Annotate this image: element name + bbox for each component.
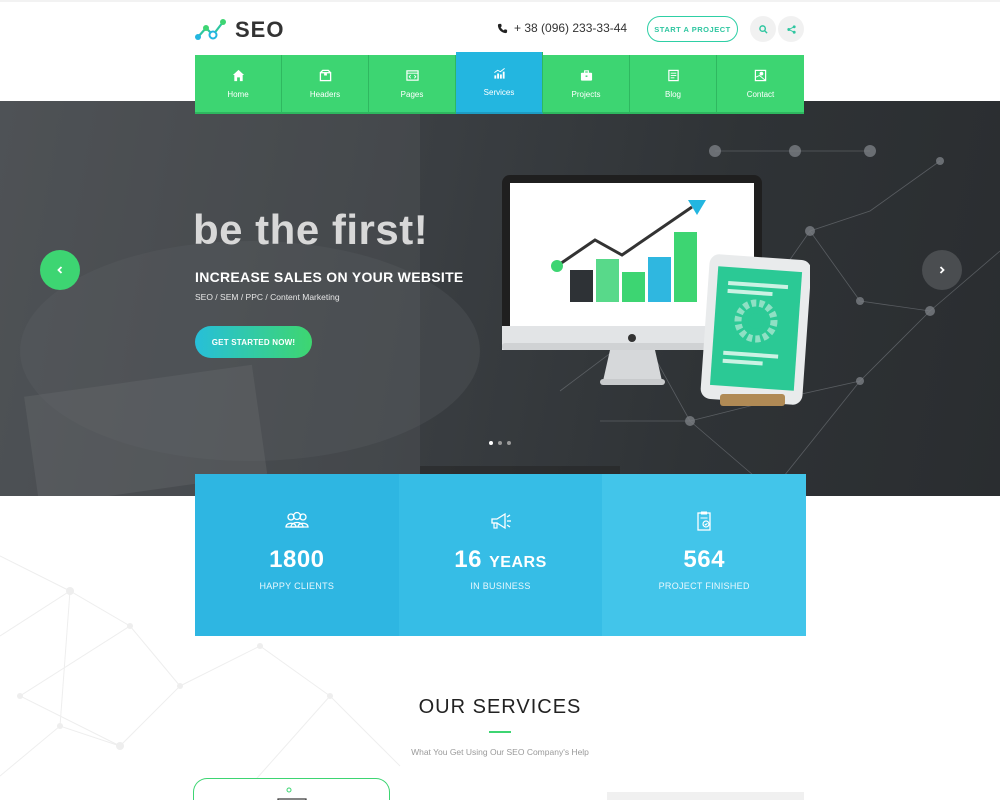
megaphone-icon	[490, 512, 511, 530]
logo-icon	[195, 19, 226, 40]
slider-next-button[interactable]	[922, 250, 962, 290]
hero-subheading: INCREASE SALES ON YOUR WEBSITE	[195, 269, 464, 285]
stat-label: HAPPY CLIENTS	[259, 581, 335, 591]
nav-label: Home	[227, 89, 249, 99]
stat-number: 16 YEARS	[454, 546, 547, 573]
nav-item-headers[interactable]: Headers	[282, 55, 369, 114]
nav-item-blog[interactable]: Blog	[630, 55, 717, 114]
stat-number: 564	[683, 546, 725, 573]
hero-tagline: SEO / SEM / PPC / Content Marketing	[195, 292, 340, 302]
code-window-icon	[405, 69, 419, 81]
hero-slider: be the first! INCREASE SALES ON YOUR WEB…	[0, 101, 1000, 496]
nav-label: Contact	[746, 89, 775, 99]
service-card[interactable]	[193, 778, 390, 800]
service-card-placeholder	[607, 792, 804, 800]
nav-label: Blog	[664, 89, 681, 99]
chevron-left-icon	[57, 266, 63, 274]
nav-label: Services	[483, 88, 515, 97]
share-icon	[786, 24, 796, 34]
stat-happy-clients: 1800 HAPPY CLIENTS	[195, 474, 399, 636]
document-icon	[667, 69, 679, 81]
nav-item-contact[interactable]: Contact	[717, 55, 804, 114]
start-project-button[interactable]: START A PROJECT	[647, 16, 738, 42]
phone-icon	[497, 23, 508, 33]
phone-number[interactable]: + 38 (096) 233-33-44	[497, 21, 627, 35]
box-icon	[319, 69, 331, 81]
chart-icon	[493, 68, 505, 79]
services-subtitle: What You Get Using Our SEO Company's Hel…	[411, 747, 589, 757]
stat-label: PROJECT FINISHED	[658, 581, 750, 591]
main-nav: Home Headers Pages Services Projects Blo…	[195, 52, 804, 114]
page: SEO + 38 (096) 233-33-44 START A PROJECT	[0, 0, 1000, 800]
briefcase-icon	[580, 69, 592, 81]
slider-dot[interactable]	[498, 441, 502, 445]
stat-label: IN BUSINESS	[470, 581, 531, 591]
stat-years-in-business: 16 YEARS IN BUSINESS	[398, 474, 603, 636]
stat-unit: YEARS	[489, 554, 547, 571]
title-underline	[489, 731, 511, 733]
chevron-right-icon	[939, 266, 945, 274]
share-button[interactable]	[778, 16, 804, 42]
stats-panel: 1800 HAPPY CLIENTS 16 YEARS IN BUSINESS	[195, 474, 807, 636]
logo-text: SEO	[235, 17, 285, 42]
nav-item-services[interactable]: Services	[456, 52, 543, 114]
slider-dot[interactable]	[489, 441, 493, 445]
nav-label: Headers	[309, 89, 341, 99]
get-started-button[interactable]: GET STARTED NOW!	[195, 326, 312, 358]
users-icon	[285, 511, 309, 528]
nav-item-home[interactable]: Home	[195, 55, 282, 114]
nav-label: Pages	[400, 89, 424, 99]
search-icon	[758, 24, 768, 34]
stat-number: 1800	[269, 546, 325, 573]
nav-label: Projects	[571, 89, 601, 99]
slider-pagination	[489, 441, 511, 445]
service-card-icon	[277, 787, 307, 800]
slider-prev-button[interactable]	[40, 250, 80, 290]
map-icon	[754, 69, 767, 81]
hero-headline: be the first!	[193, 206, 429, 253]
services-title: OUR SERVICES	[418, 696, 582, 718]
search-button[interactable]	[750, 16, 776, 42]
logo[interactable]: SEO	[195, 17, 284, 43]
phone-text: + 38 (096) 233-33-44	[514, 21, 628, 35]
home-icon	[232, 69, 244, 81]
slider-dot[interactable]	[507, 441, 511, 445]
nav-item-pages[interactable]: Pages	[369, 55, 456, 114]
stat-projects-finished: 564 PROJECT FINISHED	[602, 474, 807, 636]
nav-item-projects[interactable]: Projects	[543, 55, 630, 114]
clipboard-icon	[697, 511, 711, 531]
devices-illustration	[502, 175, 810, 406]
